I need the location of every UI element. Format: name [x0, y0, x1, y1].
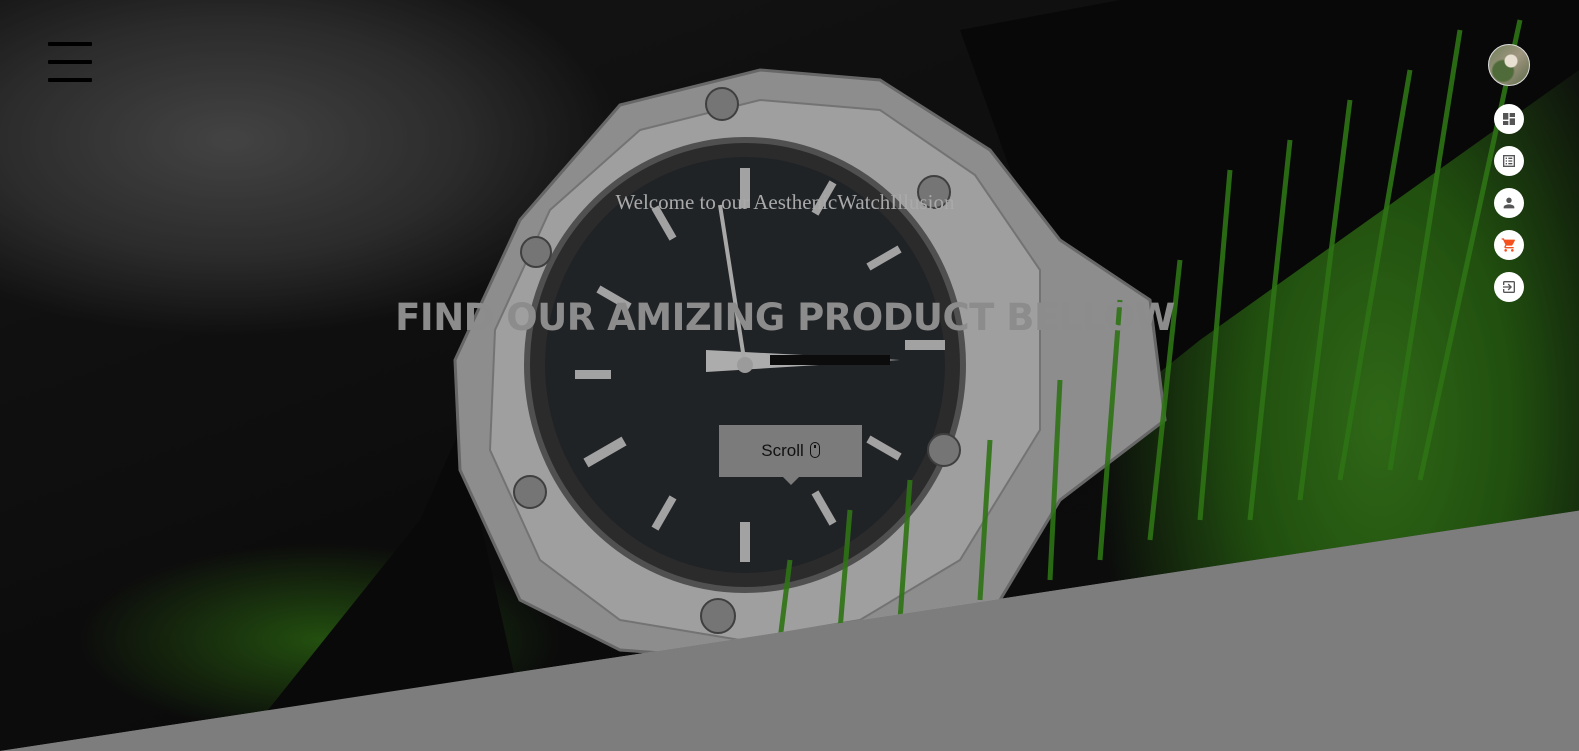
hero-headline: FIND OUR AMIZING PRODUCT BELLOW: [395, 296, 1175, 339]
scroll-label: Scroll: [761, 441, 804, 460]
list-icon[interactable]: [1494, 146, 1524, 176]
logout-icon[interactable]: [1494, 272, 1524, 302]
dashboard-icon[interactable]: [1494, 104, 1524, 134]
hamburger-menu-icon[interactable]: [48, 42, 92, 84]
person-icon[interactable]: [1494, 188, 1524, 218]
welcome-text: Welcome to our AesthenicWatchIllusion: [615, 190, 955, 214]
mouse-scroll-icon: [809, 442, 820, 458]
user-avatar[interactable]: [1488, 44, 1530, 86]
scroll-button[interactable]: Scroll: [719, 425, 862, 485]
shopping-cart-icon[interactable]: [1494, 230, 1524, 260]
hero-section: Welcome to our AesthenicWatchIllusion FI…: [0, 0, 1579, 751]
